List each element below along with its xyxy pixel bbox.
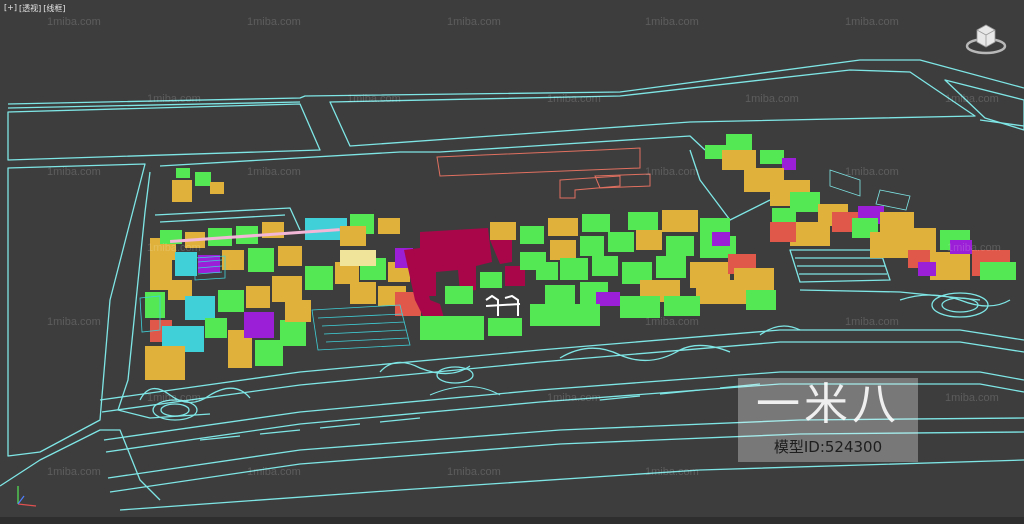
view-cube-icon[interactable] (964, 20, 1008, 58)
model-id-label: 模型ID:524300 (773, 438, 883, 456)
3d-viewport[interactable]: [+] [透视] [线框] 1miba.com 1miba.com 1miba.… (0, 0, 1024, 524)
building-blocks-left (145, 168, 421, 380)
brand-watermark: 一米八 模型ID:524300 (738, 378, 918, 462)
axis-tripod-icon (17, 486, 37, 507)
outline-buildings-top (436, 147, 651, 199)
building-blocks-center (420, 134, 1016, 340)
viewport-view-mode[interactable]: [透视] (19, 3, 41, 14)
viewport-menu-plus[interactable]: [+] (4, 3, 17, 14)
time-slider-track[interactable] (0, 517, 1024, 524)
brand-logo: 一米八 (756, 379, 900, 430)
central-landmark (404, 228, 525, 320)
viewport-label: [+] [透视] [线框] (4, 3, 65, 14)
viewport-shading-mode[interactable]: [线框] (43, 3, 65, 14)
